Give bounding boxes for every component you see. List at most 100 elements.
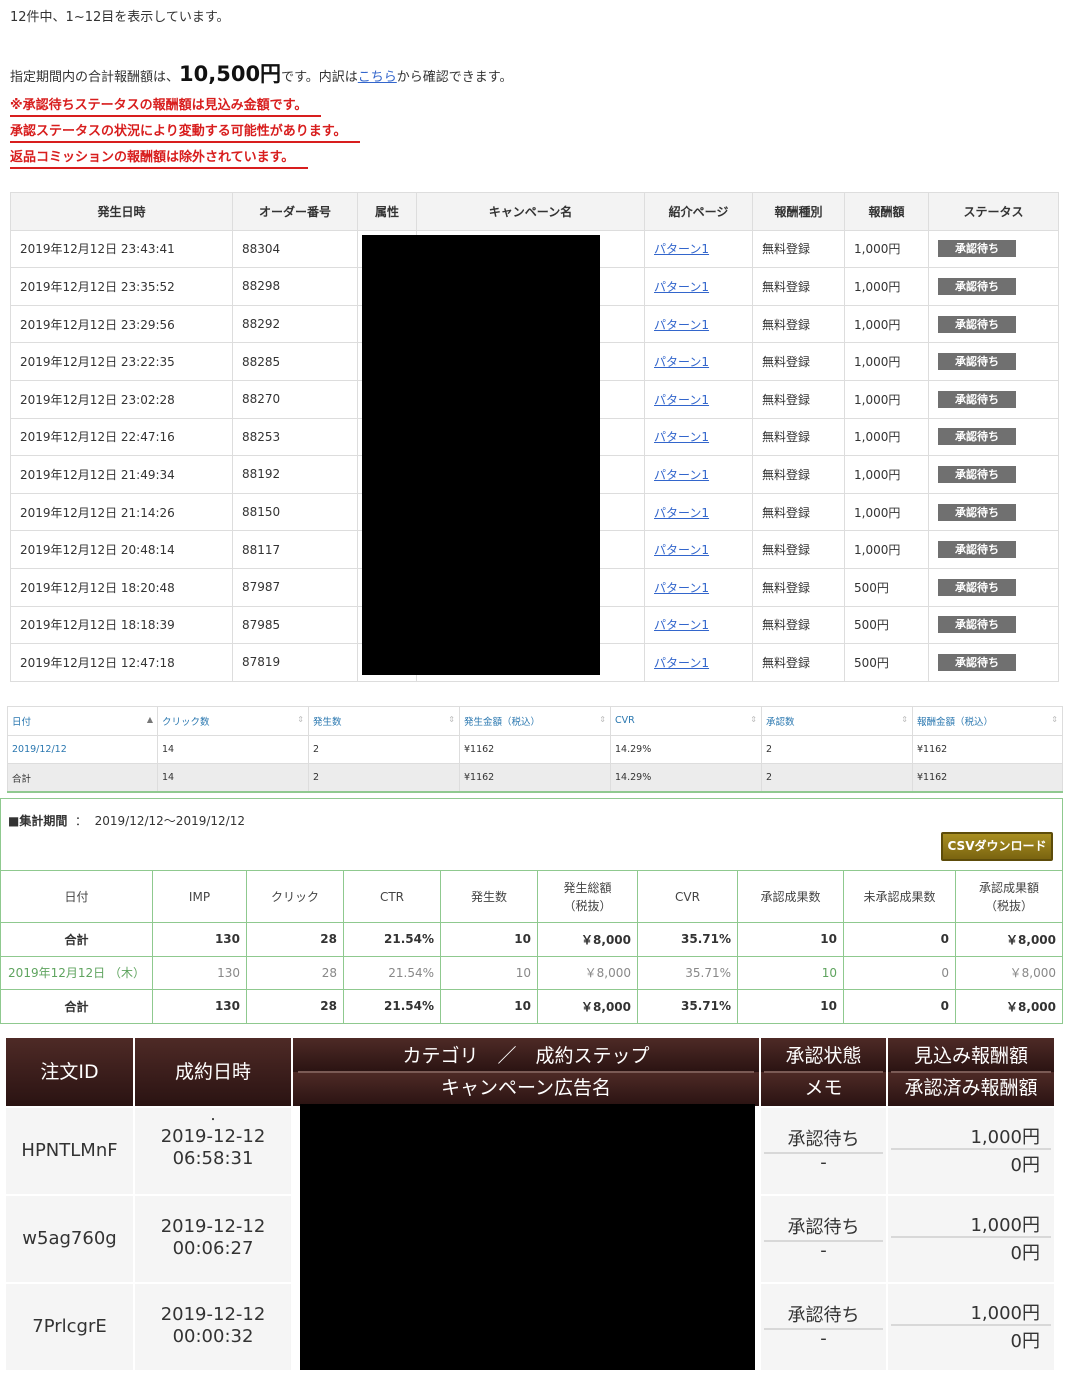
- sort-col-cvr[interactable]: CVR ⇕: [610, 706, 762, 736]
- sort-asc-icon: ▲: [146, 715, 153, 724]
- cell-reward-type: 無料登録: [762, 543, 811, 558]
- cell-datetime: 2019年12月12日 23:43:41: [20, 242, 175, 257]
- order-id[interactable]: 7PrlcgrE: [6, 1284, 133, 1370]
- col-status: ステータス: [928, 192, 1059, 231]
- approved-reward: 0円: [888, 1327, 1054, 1370]
- date-dot: ・: [208, 1115, 218, 1126]
- col-datetime: 発生日時: [10, 192, 233, 231]
- cell-datetime: 2019年12月12日 23:29:56: [20, 317, 175, 332]
- result-section: 12件中、1~12目を表示しています。 指定期間内の合計報酬額は、10,500円…: [0, 0, 1066, 690]
- cell-reward-amount: 1,000円: [854, 392, 901, 407]
- cell-order-number: 88304: [242, 241, 281, 256]
- csv-download-button[interactable]: CSVダウンロード: [941, 832, 1053, 861]
- sort-col-occurrences[interactable]: 発生数 ⇕: [308, 706, 460, 736]
- order-id[interactable]: HPNTLMnF: [6, 1108, 133, 1194]
- warning-line-2: 承認ステータスの状況により変動する可能性があります。: [10, 120, 361, 143]
- cell-order-number: 88285: [242, 354, 281, 369]
- divider: [891, 1071, 1051, 1073]
- cell-order-number: 88117: [242, 542, 281, 557]
- referral-page-link[interactable]: パターン1: [654, 280, 709, 294]
- cell-datetime: 2019年12月12日 21:49:34: [20, 467, 175, 482]
- cell-reward-amount: 1,000円: [854, 355, 901, 370]
- cell-datetime: 2019年12月12日 18:18:39: [20, 618, 175, 633]
- cell-reward-amount: 500円: [854, 618, 889, 633]
- sort-icon: ⇕: [901, 715, 908, 724]
- status-badge: 承認待ち: [938, 390, 1016, 408]
- cell-datetime: 2019年12月12日 12:47:18: [20, 655, 175, 670]
- status-badge: 承認待ち: [938, 465, 1016, 483]
- status-badge: 承認待ち: [938, 428, 1016, 446]
- cell-reward-type: 無料登録: [762, 242, 811, 257]
- order-id[interactable]: w5ag760g: [6, 1196, 133, 1282]
- date-link[interactable]: 2019/12/12: [12, 744, 67, 755]
- referral-page-link[interactable]: パターン1: [654, 618, 709, 632]
- summary-text: 指定期間内の合計報酬額は、10,500円です。内訳はこちらから確認できます。: [10, 62, 513, 86]
- aggregation-period: ■集計期間 ： 2019/12/12～2019/12/12: [8, 814, 245, 828]
- expected-reward: 1,000円: [888, 1196, 1054, 1239]
- status-badge: 承認待ち: [938, 578, 1016, 596]
- cell-datetime: 2019年12月12日 23:02:28: [20, 392, 175, 407]
- referral-page-link[interactable]: パターン1: [654, 468, 709, 482]
- cell-reward-amount: 1,000円: [854, 467, 901, 482]
- status-badge: 承認待ち: [938, 616, 1016, 634]
- referral-page-link[interactable]: パターン1: [654, 581, 709, 595]
- contract-date-day: 2019-12-12: [160, 1304, 266, 1325]
- col-category-step: カテゴリ ／ 成約ステップ: [293, 1038, 759, 1072]
- col-referral-page: 紹介ページ: [644, 192, 753, 231]
- sort-icon: ⇕: [750, 715, 757, 724]
- col-memo: メモ: [761, 1072, 886, 1106]
- report-table-header: 日付 IMP クリック CTR 発生数 発生総額 （税抜） CVR 承認成果数 未…: [0, 870, 1063, 923]
- divider: [764, 1152, 883, 1154]
- cell-order-number: 88298: [242, 279, 281, 294]
- contract-date-day: 2019-12-12: [160, 1126, 266, 1147]
- cell-order-number: 88192: [242, 467, 281, 482]
- total-row: 合計 130 28 21.54% 10 ￥8,000 35.71% 10 0 ￥…: [0, 989, 1063, 1024]
- referral-page-link[interactable]: パターン1: [654, 242, 709, 256]
- cell-datetime: 2019年12月12日 23:22:35: [20, 355, 175, 370]
- sort-col-clicks[interactable]: クリック数 ⇕: [157, 706, 309, 736]
- total-reward-amount: 10,500円: [179, 62, 282, 86]
- cell-reward-amount: 500円: [854, 655, 889, 670]
- sort-col-amount[interactable]: 発生金額（税込） ⇕: [459, 706, 611, 736]
- warning-line-3: 返品コミッションの報酬額は除外されています。: [10, 146, 309, 169]
- referral-page-link[interactable]: パターン1: [654, 318, 709, 332]
- total-row: 合計 14 2 ¥1162 14.29% 2 ¥1162: [7, 763, 1063, 793]
- redacted-area: [300, 1104, 755, 1370]
- memo: -: [761, 1239, 886, 1282]
- cell-reward-amount: 500円: [854, 580, 889, 595]
- col-campaign-name: キャンペーン広告名: [293, 1072, 759, 1106]
- col-reward-amount: 報酬額: [844, 192, 929, 231]
- referral-page-link[interactable]: パターン1: [654, 393, 709, 407]
- breakdown-link[interactable]: こちら: [358, 70, 397, 85]
- conversion-list: 注文ID 成約日時 カテゴリ ／ 成約ステップ キャンペーン広告名 承認状態 メ…: [6, 1038, 1054, 1384]
- cell-reward-type: 無料登録: [762, 467, 811, 482]
- cell-order-number: 88270: [242, 392, 281, 407]
- cell-order-number: 88253: [242, 429, 281, 444]
- contract-date: ・ 2019-12-12 06:58:31: [135, 1108, 291, 1194]
- contract-date: 2019-12-12 00:06:27: [135, 1196, 291, 1282]
- daily-summary-header: 日付 ▲ クリック数 ⇕ 発生数 ⇕ 発生金額（税込） ⇕ CVR ⇕ 承認数 ⇕ 報酬金額…: [7, 706, 1063, 736]
- cell-reward-type: 無料登録: [762, 655, 811, 670]
- divider: [891, 1324, 1051, 1326]
- status-badge: 承認待ち: [938, 315, 1016, 333]
- sort-col-date[interactable]: 日付 ▲: [7, 706, 158, 736]
- order-table-header: 発生日時 オーダー番号 属性 キャンペーン名 紹介ページ 報酬種別 報酬額 ステ…: [10, 192, 1059, 231]
- referral-page-link[interactable]: パターン1: [654, 355, 709, 369]
- sort-icon: ⇕: [1051, 715, 1058, 724]
- divider: [764, 1240, 883, 1242]
- cell-order-number: 87819: [242, 655, 281, 670]
- referral-page-link[interactable]: パターン1: [654, 543, 709, 557]
- referral-page-link[interactable]: パターン1: [654, 430, 709, 444]
- date-link[interactable]: 2019年12月12日 （木）: [0, 955, 153, 990]
- sort-icon: ⇕: [599, 715, 606, 724]
- cell-reward-type: 無料登録: [762, 355, 811, 370]
- status-badge: 承認待ち: [938, 541, 1016, 559]
- status-badge: 承認待ち: [938, 353, 1016, 371]
- cell-reward-type: 無料登録: [762, 618, 811, 633]
- sort-col-approved[interactable]: 承認数 ⇕: [761, 706, 913, 736]
- referral-page-link[interactable]: パターン1: [654, 656, 709, 670]
- cell-reward-amount: 1,000円: [854, 430, 901, 445]
- total-row: 合計 130 28 21.54% 10 ￥8,000 35.71% 10 0 ￥…: [0, 922, 1063, 957]
- sort-col-reward[interactable]: 報酬金額（税込） ⇕: [912, 706, 1063, 736]
- referral-page-link[interactable]: パターン1: [654, 506, 709, 520]
